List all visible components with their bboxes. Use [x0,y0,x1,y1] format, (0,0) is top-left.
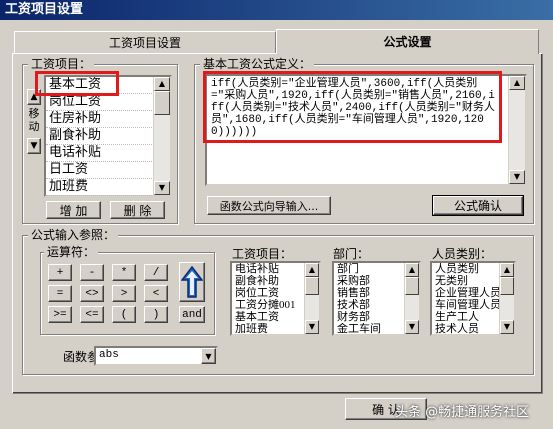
formula-definition-label: 基本工资公式定义： [200,57,315,71]
list-item[interactable]: 日工资 [46,162,152,179]
scroll-thumb[interactable] [500,277,514,295]
list-item[interactable]: 车间管理人员 [432,299,502,311]
list-item[interactable]: 财务部 [334,311,404,323]
list-item[interactable]: 无类别 [432,275,502,287]
operator-button[interactable]: > [112,285,136,302]
highlight-box [35,71,119,96]
list-item[interactable]: 副食补助 [232,275,302,287]
categories-scrollbar[interactable]: ▲ ▼ [499,263,514,334]
insert-up-arrow-button[interactable] [179,262,205,302]
list-item[interactable]: 工资分摊001 [232,299,302,311]
scroll-up-arrow-icon[interactable]: ▲ [154,77,170,91]
list-item[interactable]: 岗位工资 [232,287,302,299]
list-item[interactable]: 企业管理人员 [432,287,502,299]
scroll-down-arrow-icon[interactable]: ▼ [500,320,514,334]
scroll-up-arrow-icon[interactable]: ▲ [509,76,525,90]
tab-label: 工资项目设置 [108,36,181,50]
list-item[interactable]: 加班费 [46,179,152,196]
departments-list[interactable]: 部门 采购部 销售部 技术部 财务部 金工车间 ▲ ▼ [332,261,421,336]
list-item[interactable]: 销售部 [334,287,404,299]
highlight-box [203,71,502,143]
list-item[interactable]: 生产工人 [432,311,502,323]
move-label: 移动 [28,107,40,133]
operator-button[interactable]: <= [80,306,104,323]
scroll-down-arrow-icon[interactable]: ▼ [509,170,525,184]
salary-items-label: 工资项目： [28,57,95,71]
operator-button[interactable]: >= [48,306,72,323]
list-item[interactable]: 电话补贴 [46,145,152,162]
list-item[interactable]: 采购部 [334,275,404,287]
operator-button[interactable]: = [48,285,72,302]
tab-salary-item-settings[interactable]: 工资项目设置 [14,31,276,53]
ref-salary-items-scrollbar[interactable]: ▲ ▼ [304,263,319,334]
operator-button[interactable]: and [179,306,205,323]
operator-button[interactable]: < [144,285,168,302]
operator-button[interactable]: + [48,264,72,281]
list-item[interactable]: 部门 [334,263,404,275]
scroll-up-arrow-icon[interactable]: ▲ [405,263,419,277]
scroll-up-arrow-icon[interactable]: ▲ [500,263,514,277]
list-item[interactable]: 电话补贴 [232,263,302,275]
list-item[interactable]: 副食补助 [46,128,152,145]
scroll-thumb[interactable] [305,277,319,295]
ref-salary-items-list[interactable]: 电话补贴 副食补助 岗位工资 工资分摊001 基本工资 加班费 ▲ ▼ [230,261,321,336]
function-wizard-button[interactable]: 函数公式向导输入... [207,196,331,215]
function-reference-select[interactable]: abs ▼ [94,346,218,366]
watermark-text: 头条 @畅捷通服务社区 [395,405,530,420]
operator-button[interactable]: <> [80,285,104,302]
scroll-down-arrow-icon[interactable]: ▼ [305,320,319,334]
list-item[interactable]: 人员类别 [432,263,502,275]
departments-scrollbar[interactable]: ▲ ▼ [404,263,419,334]
list-item[interactable]: 岗位工资 [46,94,152,111]
operator-button[interactable]: ) [144,306,168,323]
ref-salary-items-label: 工资项目： [232,247,293,261]
list-item[interactable]: 基本工资 [232,311,302,323]
list-item[interactable]: 金工车间 [334,323,404,335]
function-reference-value: abs [99,349,119,361]
list-item[interactable]: 住房补助 [46,111,152,128]
scroll-down-arrow-icon[interactable]: ▼ [154,181,170,195]
operator-button[interactable]: ( [112,306,136,323]
scroll-thumb[interactable] [154,91,170,115]
tab-label: 公式设置 [383,35,432,49]
chevron-down-icon[interactable]: ▼ [201,348,216,364]
tab-formula-settings[interactable]: 公式设置 [276,29,539,54]
categories-label: 人员类别： [432,247,493,261]
operators-label: 运算符： [44,245,99,259]
list-item[interactable]: 技术部 [334,299,404,311]
move-down-button[interactable]: ▼ [27,138,41,154]
departments-label: 部门： [333,247,370,261]
list-item[interactable]: 加班费 [232,323,302,335]
window-title: 工资项目设置 [5,2,84,17]
salary-items-scrollbar[interactable]: ▲ ▼ [153,77,170,195]
delete-item-button[interactable]: 删 除 [110,201,165,219]
formula-scrollbar[interactable]: ▲ ▼ [508,76,525,184]
formula-input-reference-label: 公式输入参照： [28,228,119,242]
confirm-formula-button[interactable]: 公式确认 [432,195,524,216]
add-item-button[interactable]: 增 加 [46,201,101,219]
scroll-thumb[interactable] [405,277,419,295]
operator-button[interactable]: - [80,264,104,281]
scroll-down-arrow-icon[interactable]: ▼ [405,320,419,334]
triangle-down-icon: ▼ [30,141,38,151]
categories-list[interactable]: 人员类别 无类别 企业管理人员 车间管理人员 生产工人 技术人员 ▲ ▼ [430,261,516,336]
list-item[interactable]: 技术人员 [432,323,502,335]
scroll-up-arrow-icon[interactable]: ▲ [305,263,319,277]
big-up-arrow-icon [181,265,203,298]
operator-button[interactable]: / [144,264,168,281]
window-title-bar: 工资项目设置 [0,0,553,20]
operator-button[interactable]: * [112,264,136,281]
